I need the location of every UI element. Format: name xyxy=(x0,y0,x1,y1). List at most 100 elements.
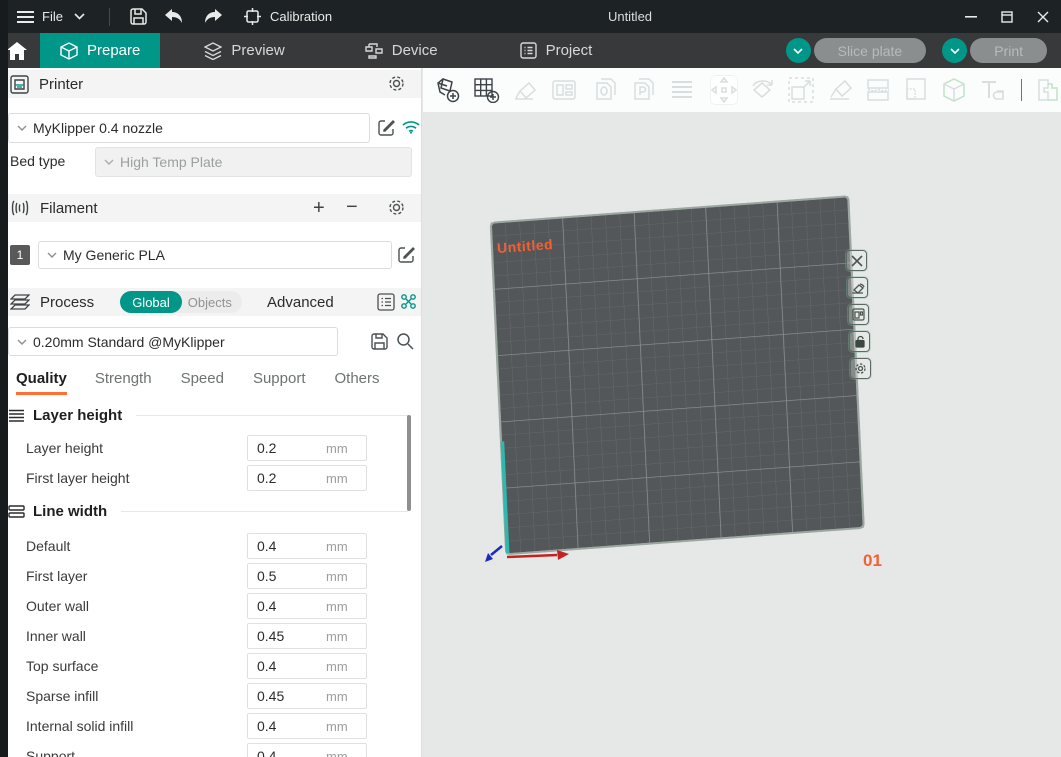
tab-device[interactable]: Device xyxy=(345,33,458,68)
edit-filament-icon[interactable] xyxy=(398,246,415,263)
setting-label: Layer height xyxy=(26,435,103,461)
layer-height-input[interactable] xyxy=(248,440,326,456)
scope-objects-button[interactable]: Objects xyxy=(182,295,242,310)
file-menu[interactable]: File xyxy=(42,9,63,24)
search-settings-icon[interactable] xyxy=(396,332,414,350)
filament-settings-gear-icon[interactable] xyxy=(387,198,406,217)
setting-label: Inner wall xyxy=(26,623,86,649)
inner-wall-line-width-input[interactable] xyxy=(248,628,326,644)
tab-prepare[interactable]: Prepare xyxy=(40,33,160,68)
save-icon[interactable] xyxy=(128,6,150,28)
calibration-icon[interactable] xyxy=(242,6,264,28)
setting-row: Outer wall mm xyxy=(0,593,422,619)
setting-row: Support mm xyxy=(0,743,422,757)
slice-dropdown-chevron-icon[interactable] xyxy=(786,38,811,63)
lay-on-face-icon[interactable] xyxy=(826,76,853,104)
add-object-icon[interactable] xyxy=(434,76,461,104)
fill-color-icon[interactable] xyxy=(903,76,929,104)
internal-solid-infill-line-width-input[interactable] xyxy=(248,718,326,734)
tab-speed[interactable]: Speed xyxy=(181,370,224,395)
slice-plate-button[interactable]: Slice plate xyxy=(814,38,927,63)
printer-settings-gear-icon[interactable] xyxy=(387,74,406,93)
text-tool-icon[interactable] xyxy=(980,76,1007,104)
redo-icon[interactable] xyxy=(202,6,224,28)
hamburger-menu-icon[interactable] xyxy=(14,6,36,28)
process-preset-chevron-icon xyxy=(17,339,27,345)
minimize-button[interactable] xyxy=(953,0,989,33)
sparse-infill-line-width-input[interactable] xyxy=(248,688,326,704)
variable-layer-height-icon[interactable] xyxy=(941,76,968,104)
printer-section-header: Printer xyxy=(0,70,422,98)
tab-quality[interactable]: Quality xyxy=(16,370,67,395)
filament-section-title: Filament xyxy=(40,200,98,217)
setting-label: First layer xyxy=(26,563,87,589)
setting-row: First layer height mm xyxy=(0,465,422,491)
setting-row: Sparse infill mm xyxy=(0,683,422,709)
add-plate-icon[interactable] xyxy=(473,76,500,104)
split-tool-icon[interactable] xyxy=(865,76,891,104)
parameter-list-icon[interactable] xyxy=(377,293,395,311)
tab-support[interactable]: Support xyxy=(253,370,306,395)
remove-filament-button[interactable]: − xyxy=(346,196,358,219)
tab-others[interactable]: Others xyxy=(335,370,380,395)
tab-project[interactable]: Project xyxy=(500,33,613,68)
slice-plate-split-button: Slice plate xyxy=(786,38,927,63)
support-line-width-input[interactable] xyxy=(248,748,326,757)
sidebar-scrollbar[interactable] xyxy=(407,415,411,511)
unit-label: mm xyxy=(326,749,348,757)
line-width-group-title: Line width xyxy=(33,503,107,520)
orient-plate-icon[interactable] xyxy=(847,277,868,298)
printer-preset-select[interactable]: MyKlipper 0.4 nozzle xyxy=(8,113,370,143)
save-preset-icon[interactable] xyxy=(371,333,388,350)
add-filament-button[interactable]: + xyxy=(313,197,325,220)
scale-tool-icon[interactable] xyxy=(788,76,814,104)
first-layer-line-width-input[interactable] xyxy=(248,568,326,584)
arrange-plate-icon[interactable] xyxy=(848,304,869,325)
calibration-label[interactable]: Calibration xyxy=(270,9,332,24)
filament-preset-select[interactable]: My Generic PLA xyxy=(38,241,392,269)
undo-icon[interactable] xyxy=(164,6,186,28)
printer-connection-wifi-icon[interactable] xyxy=(402,120,420,134)
viewport-3d[interactable]: Untitled 01 xyxy=(423,68,1061,757)
top-surface-line-width-input[interactable] xyxy=(248,658,326,674)
rotate-tool-icon[interactable] xyxy=(749,76,776,104)
plate-settings-gear-icon[interactable] xyxy=(850,358,871,379)
unit-label: mm xyxy=(326,441,348,456)
print-dropdown-chevron-icon[interactable] xyxy=(942,38,967,63)
line-width-group-header: Line width xyxy=(8,503,408,520)
auto-orient-icon[interactable] xyxy=(512,76,539,104)
arrange-icon[interactable] xyxy=(551,76,577,104)
object-list-icon[interactable] xyxy=(669,76,695,104)
move-tool-icon[interactable] xyxy=(711,76,737,104)
first-layer-height-input[interactable] xyxy=(248,470,326,486)
process-scope-toggle: Global Objects xyxy=(120,291,242,313)
scope-global-button[interactable]: Global xyxy=(120,291,182,313)
bed-type-select[interactable]: High Temp Plate xyxy=(95,147,412,177)
filament-slot-badge[interactable]: 1 xyxy=(10,245,30,265)
file-menu-chevron-icon[interactable] xyxy=(69,6,91,28)
print-button[interactable]: Print xyxy=(970,38,1047,63)
edit-printer-icon[interactable] xyxy=(378,119,395,136)
process-preset-select[interactable]: 0.20mm Standard @MyKlipper xyxy=(8,327,338,356)
outer-wall-line-width-input[interactable] xyxy=(248,598,326,614)
filament-preset-chevron-icon xyxy=(47,252,57,258)
assembly-view-icon[interactable] xyxy=(1035,76,1061,104)
copy-icon[interactable] xyxy=(593,76,619,104)
setting-row: Internal solid infill mm xyxy=(0,713,422,739)
tab-preview[interactable]: Preview xyxy=(184,33,304,68)
lock-plate-icon[interactable] xyxy=(849,331,870,352)
tab-strength[interactable]: Strength xyxy=(95,370,152,395)
filament-section-header: Filament + − xyxy=(0,194,422,222)
delete-plate-icon[interactable] xyxy=(846,250,867,271)
paste-icon[interactable] xyxy=(631,76,657,104)
window-left-border xyxy=(0,0,8,757)
layer-height-group-icon xyxy=(8,408,25,423)
close-button[interactable] xyxy=(1025,0,1061,33)
build-plate[interactable] xyxy=(423,112,1061,757)
unit-label: mm xyxy=(326,599,348,614)
title-bar: File xyxy=(0,0,1061,33)
window-title: Untitled xyxy=(540,9,720,24)
maximize-button[interactable] xyxy=(989,0,1025,33)
default-line-width-input[interactable] xyxy=(248,538,326,554)
compare-params-icon[interactable] xyxy=(400,293,417,311)
